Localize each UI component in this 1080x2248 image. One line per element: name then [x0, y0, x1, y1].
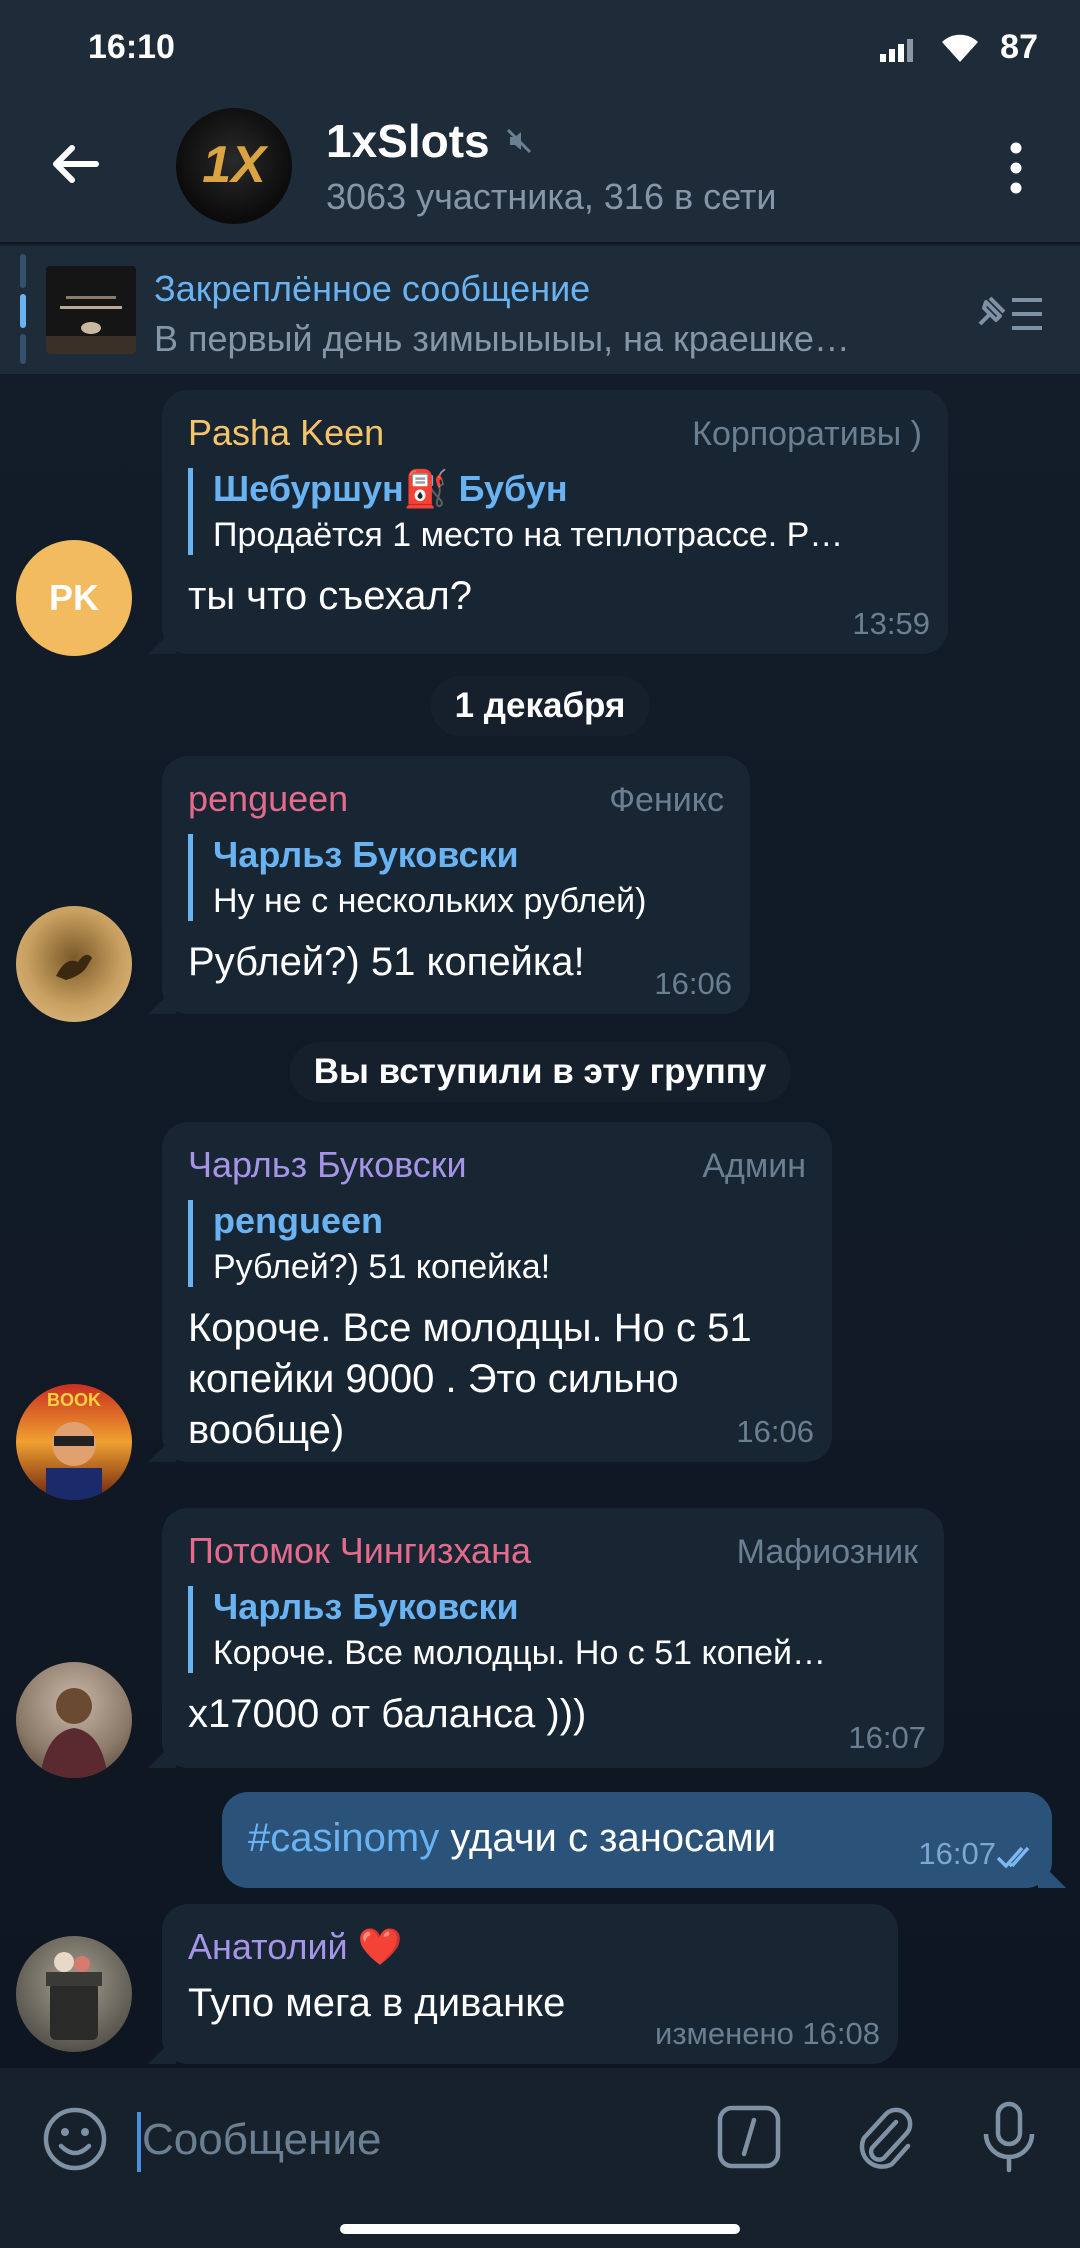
message-input-bar	[0, 2068, 1080, 2198]
service-message: Вы вступили в эту группу	[289, 1042, 791, 1102]
system-nav-bar	[0, 2198, 1080, 2248]
more-vertical-icon[interactable]	[990, 138, 1042, 198]
message-time: 16:06	[736, 1414, 814, 1449]
text-cursor	[137, 2112, 141, 2172]
avatar-chingiz-descendant[interactable]	[16, 1662, 132, 1778]
message-time: изменено 16:08	[655, 2016, 880, 2051]
reply-sender: pengueen	[213, 1200, 384, 1241]
reply-preview[interactable]: Чарльз Буковски Ну не с нескольких рубле…	[188, 834, 724, 921]
avatar-pengueen[interactable]	[16, 906, 132, 1022]
message-time: 16:06	[654, 966, 732, 1001]
pinned-message-bar[interactable]: Закреплённое сообщение В первый день зим…	[0, 244, 1080, 374]
sender-name[interactable]: Чарльз Буковски	[188, 1144, 467, 1186]
muted-speaker-icon	[506, 128, 531, 154]
pinned-title: Закреплённое сообщение	[154, 268, 591, 309]
paperclip-icon[interactable]	[850, 2102, 916, 2172]
message-text: удачи с заносами	[439, 1816, 777, 1860]
message-time: 16:07	[918, 1836, 996, 1872]
reply-sender: Чарльз Буковски	[213, 834, 519, 875]
reply-text: Ну не с нескольких рублей)	[213, 882, 647, 920]
pinned-preview: В первый день зимыыыыы, на краешке…	[154, 318, 850, 359]
avatar-initials: PK	[48, 577, 99, 618]
message-bubble[interactable]: Чарльз Буковски Админ pengueen Рублей?) …	[162, 1122, 832, 1462]
message-text: ты что съехал?	[188, 574, 473, 618]
status-time: 16:10	[88, 28, 175, 66]
sender-name[interactable]: Анатолий ❤️	[188, 1926, 403, 1968]
message-input[interactable]	[142, 2108, 702, 2172]
sender-name[interactable]: Pasha Keen	[188, 412, 384, 454]
group-title: 1xSlots	[326, 115, 490, 167]
avatar-pasha-keen[interactable]: PK	[16, 540, 132, 656]
svg-text:BOOK: BOOK	[47, 1390, 101, 1410]
reply-preview[interactable]: Шебуршун⛽ Бубун Продаётся 1 место на теп…	[188, 468, 922, 555]
member-title: Мафиозник	[736, 1533, 918, 1571]
avatar-image	[56, 954, 92, 980]
slash-command-icon[interactable]	[716, 2104, 782, 2170]
group-avatar[interactable]: 1X	[176, 108, 292, 224]
avatar-charles-bukowski[interactable]: BOOK	[16, 1384, 132, 1500]
message-bubble[interactable]: pengueen Феникс Чарльз Буковски Ну не с …	[162, 756, 750, 1014]
reply-text: Продаётся 1 место на теплотрассе. Р…	[213, 516, 844, 554]
reply-sender: Чарльз Буковски	[213, 1586, 519, 1627]
avatar-image	[46, 1952, 102, 2040]
microphone-icon[interactable]	[976, 2100, 1042, 2176]
message-text: x17000 от баланса )))	[188, 1692, 587, 1736]
pin-list-icon[interactable]	[970, 284, 1050, 344]
message-time: 13:59	[852, 606, 930, 641]
sender-name[interactable]: Потомок Чингизхана	[188, 1530, 531, 1572]
pinned-thumbnail	[46, 266, 136, 354]
status-bar: 16:10 87	[0, 0, 1080, 90]
own-message-bubble[interactable]: #casinomy удачи с заносами 16:07	[222, 1792, 1052, 1888]
sender-name[interactable]: pengueen	[188, 778, 348, 820]
own-message-time: 16:07	[918, 1836, 996, 1871]
group-logo-icon: 1X	[202, 136, 269, 194]
avatar-image: BOOK	[46, 1390, 102, 1500]
signal-icon	[880, 38, 914, 62]
message-text: Короче. Все молодцы. Но с 51 копейки 900…	[188, 1306, 752, 1453]
battery-level: 87	[1000, 28, 1038, 66]
message-list[interactable]: PK Pasha Keen Корпоративы ) Шебуршун⛽ Бу…	[0, 374, 1080, 2068]
status-indicators: 87	[880, 28, 1038, 67]
emoji-icon[interactable]	[40, 2104, 110, 2174]
hashtag-link[interactable]: #casinomy	[248, 1816, 439, 1860]
wifi-icon	[942, 34, 979, 62]
member-title: Админ	[702, 1147, 806, 1185]
avatar-image	[40, 1688, 108, 1778]
avatar-anatoly[interactable]	[16, 1936, 132, 2052]
reply-preview[interactable]: Чарльз Буковски Короче. Все молодцы. Но …	[188, 1586, 918, 1673]
reply-sender: Шебуршун⛽ Бубун	[213, 468, 568, 509]
message-bubble[interactable]: Потомок Чингизхана Мафиозник Чарльз Буко…	[162, 1508, 944, 1768]
message-bubble[interactable]: Анатолий ❤️ Тупо мега в диванке изменено…	[162, 1904, 898, 2064]
pinned-indicator	[20, 254, 26, 366]
double-check-icon	[996, 1846, 1030, 1869]
member-title: Корпоративы )	[692, 415, 922, 453]
date-divider: 1 декабря	[430, 676, 650, 736]
svg-text:1X: 1X	[202, 136, 269, 194]
home-indicator[interactable]	[340, 2224, 740, 2234]
message-text: Рублей?) 51 копейка!	[188, 940, 585, 984]
member-title: Феникс	[609, 781, 724, 819]
group-title-row[interactable]: 1xSlots	[326, 114, 534, 168]
message-time: 16:07	[848, 1720, 926, 1755]
reply-text: Короче. Все молодцы. Но с 51 копей…	[213, 1634, 826, 1672]
reply-preview[interactable]: pengueen Рублей?) 51 копейка!	[188, 1200, 806, 1287]
reply-text: Рублей?) 51 копейка!	[213, 1248, 551, 1286]
group-member-count: 3063 участника, 316 в сети	[326, 176, 777, 217]
back-arrow-icon[interactable]	[44, 132, 108, 196]
message-bubble[interactable]: Pasha Keen Корпоративы ) Шебуршун⛽ Бубун…	[162, 390, 948, 654]
chat-header: 1X 1xSlots 3063 участника, 316 в сети	[0, 90, 1080, 242]
